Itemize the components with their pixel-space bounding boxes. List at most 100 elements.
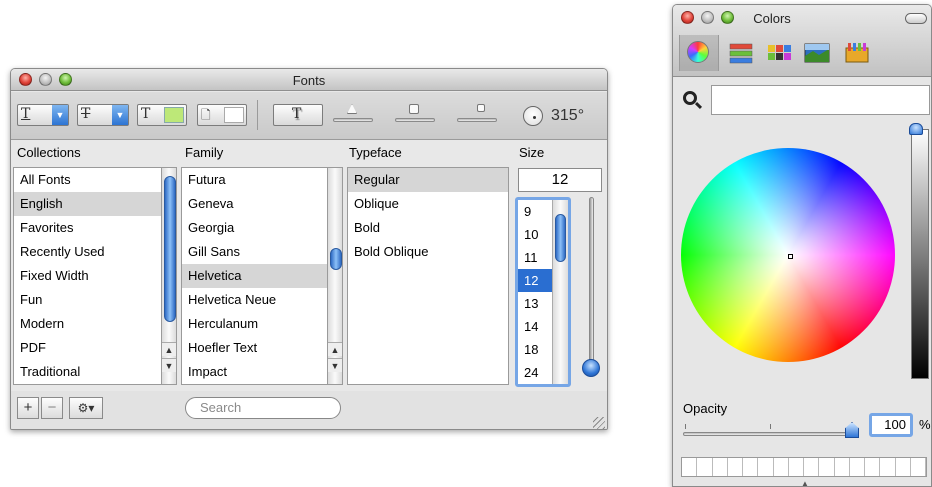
brightness-slider-knob[interactable] xyxy=(909,123,923,135)
swatch-slot[interactable] xyxy=(865,458,881,476)
font-search-input[interactable]: Search xyxy=(185,397,341,419)
shadow-blur-slider[interactable] xyxy=(395,102,435,128)
text-underline-button[interactable]: T ▼ xyxy=(17,104,69,126)
toolbar-toggle-button[interactable] xyxy=(905,13,927,24)
family-item[interactable]: Helvetica Neue xyxy=(182,288,328,312)
collection-item[interactable]: Recently Used xyxy=(14,240,162,264)
size-slider-knob[interactable] xyxy=(582,359,600,377)
action-menu-button[interactable]: ⚙▾ xyxy=(69,397,103,419)
typeface-item[interactable]: Bold Oblique xyxy=(348,240,508,264)
swatch-slot[interactable] xyxy=(697,458,713,476)
scroll-up-arrow-icon[interactable]: ▲ xyxy=(328,342,342,356)
fonts-titlebar[interactable]: Fonts xyxy=(11,69,607,91)
opacity-slider-knob[interactable] xyxy=(845,422,859,438)
family-header: Family xyxy=(185,145,224,160)
strikethrough-icon: T xyxy=(81,106,91,122)
slider-knob[interactable] xyxy=(347,104,357,114)
swatch-slot[interactable] xyxy=(789,458,804,476)
color-sliders-icon xyxy=(729,43,753,64)
family-item[interactable]: Hoefler Text xyxy=(182,336,328,360)
typeface-item[interactable]: Bold xyxy=(348,216,508,240)
scroll-thumb[interactable] xyxy=(330,248,342,270)
text-strikethrough-button[interactable]: T ▼ xyxy=(77,104,129,126)
scroll-thumb[interactable] xyxy=(555,214,566,262)
shadow-opacity-slider[interactable] xyxy=(333,102,373,128)
image-palettes-mode-button[interactable] xyxy=(803,39,831,67)
collections-scrollbar[interactable]: ▲ ▼ xyxy=(161,167,177,385)
saved-swatches[interactable] xyxy=(681,457,927,477)
opacity-input[interactable]: 100 xyxy=(869,413,913,437)
collection-item[interactable]: Fun xyxy=(14,288,162,312)
colors-titlebar[interactable]: Colors xyxy=(673,5,931,77)
collection-item[interactable]: PDF xyxy=(14,336,162,360)
typeface-list[interactable]: Regular Oblique Bold Bold Oblique xyxy=(347,167,509,385)
size-scrollbar[interactable] xyxy=(552,200,568,384)
remove-collection-button[interactable]: − xyxy=(41,397,63,419)
family-item[interactable]: Futura xyxy=(182,168,328,192)
swatch-slot[interactable] xyxy=(835,458,850,476)
slider-track xyxy=(457,118,497,122)
collection-item[interactable]: Modern xyxy=(14,312,162,336)
text-shadow-button[interactable]: T xyxy=(273,104,323,126)
swatch-slot[interactable] xyxy=(743,458,759,476)
swatch-slot[interactable] xyxy=(850,458,865,476)
size-list[interactable]: 9 10 11 12 13 14 18 24 xyxy=(515,197,571,387)
swatch-slot[interactable] xyxy=(682,458,698,476)
family-item[interactable]: Impact xyxy=(182,360,328,384)
family-item[interactable]: Geneva xyxy=(182,192,328,216)
document-color-button[interactable]: 🗋 xyxy=(197,104,247,126)
scroll-up-arrow-icon[interactable]: ▲ xyxy=(162,342,176,356)
color-wheel-mode-button[interactable] xyxy=(679,35,719,71)
text-color-button[interactable]: T xyxy=(137,104,187,126)
swatch-slot[interactable] xyxy=(774,458,789,476)
collection-item[interactable]: English xyxy=(14,192,162,216)
add-collection-button[interactable]: + xyxy=(17,397,39,419)
swatch-slot[interactable] xyxy=(758,458,774,476)
swatch-slot[interactable] xyxy=(896,458,911,476)
swatch-slot[interactable] xyxy=(819,458,835,476)
size-slider-track[interactable] xyxy=(589,197,594,367)
opacity-tick xyxy=(685,424,686,429)
color-palettes-mode-button[interactable] xyxy=(765,39,793,67)
chevron-down-icon[interactable]: ▼ xyxy=(52,105,68,125)
color-wheel-cursor[interactable] xyxy=(788,254,793,259)
collection-item[interactable]: Fixed Width xyxy=(14,264,162,288)
color-search-input[interactable] xyxy=(711,85,930,115)
opacity-slider[interactable] xyxy=(683,432,853,436)
family-item[interactable]: Helvetica xyxy=(182,264,328,288)
family-scrollbar[interactable]: ▲ ▼ xyxy=(327,167,343,385)
family-item[interactable]: Georgia xyxy=(182,216,328,240)
chevron-down-icon[interactable]: ▼ xyxy=(112,105,128,125)
search-icon xyxy=(683,91,697,105)
color-sliders-mode-button[interactable] xyxy=(727,39,755,67)
swatch-slot[interactable] xyxy=(911,458,926,476)
collection-item[interactable]: Traditional xyxy=(14,360,162,384)
shadow-offset-slider[interactable] xyxy=(457,102,497,128)
swatch-drawer-handle-icon[interactable]: ▲ xyxy=(801,479,809,486)
fonts-toolbar: T ▼ T ▼ T 🗋 T 315° xyxy=(11,92,607,140)
scroll-down-arrow-icon[interactable]: ▼ xyxy=(162,358,176,372)
swatch-slot[interactable] xyxy=(804,458,820,476)
family-item[interactable]: Gill Sans xyxy=(182,240,328,264)
resize-grip-icon[interactable] xyxy=(593,417,605,429)
size-input[interactable]: 12 xyxy=(518,168,602,192)
collection-item[interactable]: Favorites xyxy=(14,216,162,240)
slider-knob[interactable] xyxy=(409,104,419,114)
brightness-slider[interactable] xyxy=(911,129,929,379)
swatch-slot[interactable] xyxy=(713,458,728,476)
family-item[interactable]: Herculanum xyxy=(182,312,328,336)
slider-knob[interactable] xyxy=(477,104,485,112)
swatch-slot[interactable] xyxy=(880,458,896,476)
shadow-angle-dial[interactable] xyxy=(523,106,543,126)
collections-list[interactable]: All Fonts English Favorites Recently Use… xyxy=(13,167,163,385)
swatch-slot[interactable] xyxy=(728,458,743,476)
typeface-header: Typeface xyxy=(349,145,402,160)
crayons-mode-button[interactable] xyxy=(843,39,871,67)
scroll-down-arrow-icon[interactable]: ▼ xyxy=(328,358,342,372)
family-list[interactable]: Futura Geneva Georgia Gill Sans Helvetic… xyxy=(181,167,329,385)
opacity-unit: % xyxy=(919,417,931,432)
scroll-thumb[interactable] xyxy=(164,176,176,322)
typeface-item[interactable]: Regular xyxy=(348,168,508,192)
collection-item[interactable]: All Fonts xyxy=(14,168,162,192)
typeface-item[interactable]: Oblique xyxy=(348,192,508,216)
